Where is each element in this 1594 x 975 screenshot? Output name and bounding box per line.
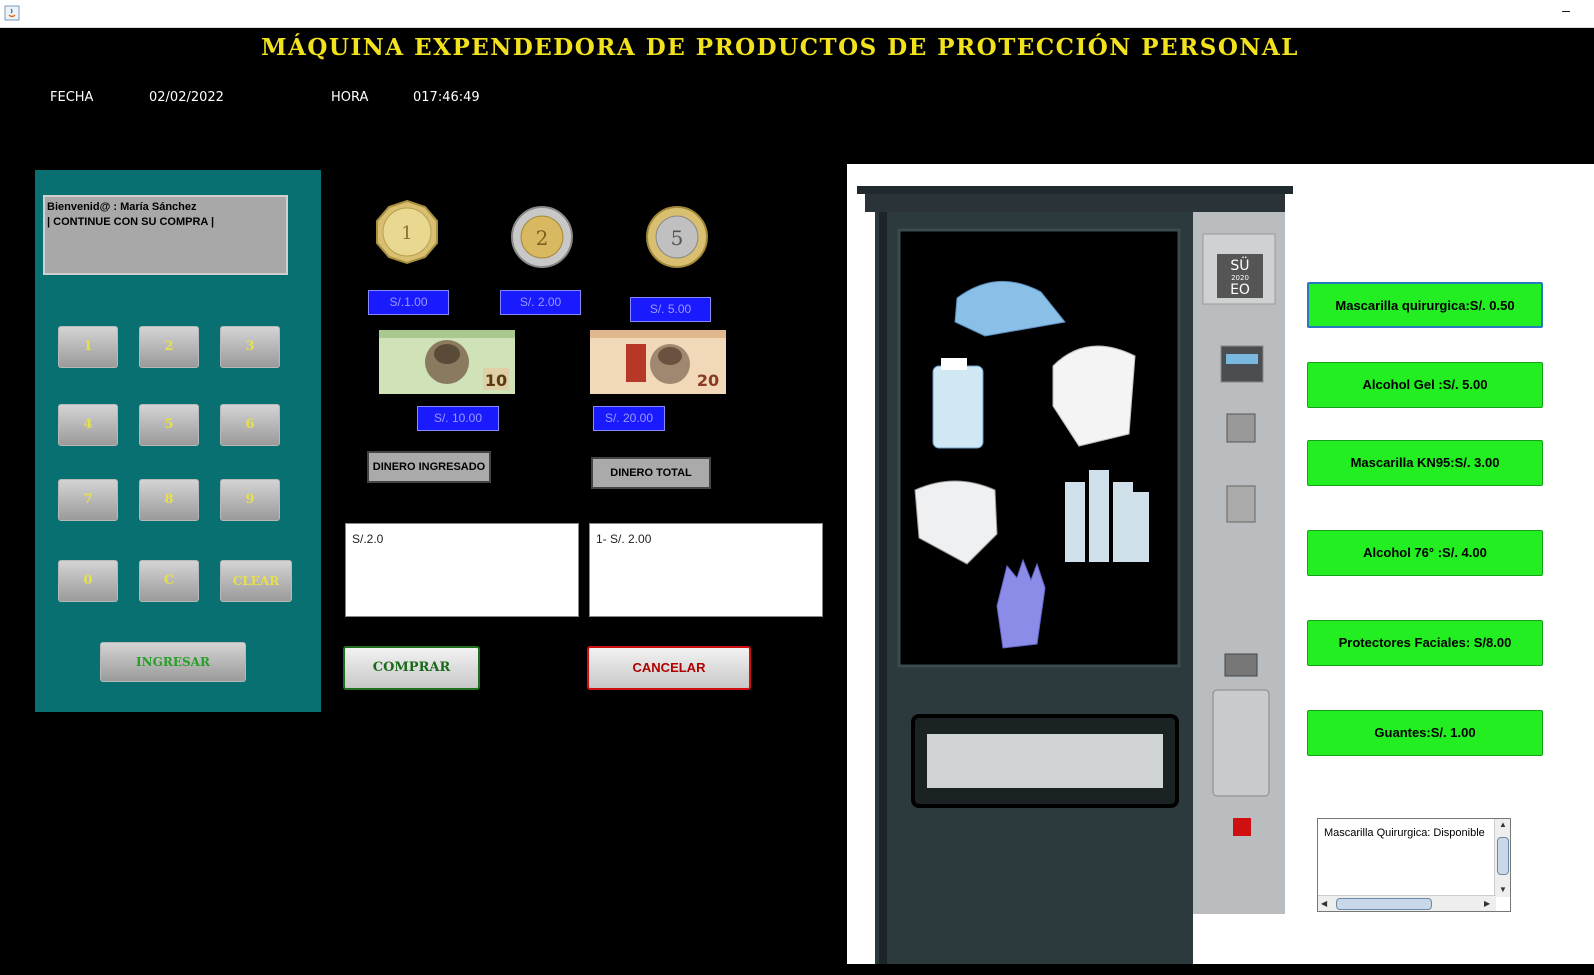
continue-message: | CONTINUE CON SU COMPRA | [47, 216, 215, 228]
dinero-ingresado-field[interactable]: S/.2.0 [345, 523, 579, 617]
brand-top-text: SÜ [1230, 256, 1249, 274]
key-8-button[interactable]: 8 [139, 479, 199, 521]
scroll-up-icon[interactable]: ▲ [1499, 820, 1507, 829]
key-2-button[interactable]: 2 [139, 326, 199, 368]
product-guantes-button[interactable]: Guantes:S/. 1.00 [1307, 710, 1543, 756]
minimize-button[interactable]: – [1556, 2, 1576, 22]
hora-value: 017:46:49 [413, 90, 480, 105]
product-mascarilla-quirurgica-button[interactable]: Mascarilla quirurgica:S/. 0.50 [1307, 282, 1543, 328]
product-panel: SÜ 2020 EO Mascarilla quirurgica:S/. 0.5… [847, 164, 1594, 964]
window-titlebar: – [0, 0, 1594, 28]
welcome-message: Bienvenid@ : María Sánchez [47, 201, 197, 213]
clear-button[interactable]: CLEAR [220, 560, 292, 602]
ingresar-button[interactable]: INGRESAR [100, 642, 246, 682]
brand-bottom-text: EO [1230, 282, 1250, 298]
key-0-button[interactable]: 0 [58, 560, 118, 602]
coin-1-sol-icon[interactable]: 1 [374, 199, 440, 265]
horizontal-scrollbar[interactable]: ◀ ▶ [1318, 895, 1496, 911]
product-protectores-faciales-button[interactable]: Protectores Faciales: S/8.00 [1307, 620, 1543, 666]
scroll-left-icon[interactable]: ◀ [1321, 899, 1327, 908]
key-7-button[interactable]: 7 [58, 479, 118, 521]
insert-5-soles-button[interactable]: S/. 5.00 [630, 297, 711, 322]
vertical-scroll-thumb[interactable] [1497, 837, 1509, 875]
product-mascarilla-kn95-button[interactable]: Mascarilla KN95:S/. 3.00 [1307, 440, 1543, 486]
key-5-button[interactable]: 5 [139, 404, 199, 446]
scroll-down-icon[interactable]: ▼ [1499, 885, 1507, 894]
comprar-button[interactable]: COMPRAR [343, 646, 480, 690]
insert-1-sol-button[interactable]: S/.1.00 [368, 290, 449, 315]
keypad-panel: Bienvenid@ : María Sánchez | CONTINUE CO… [35, 170, 321, 712]
bill-20-denomination: 20 [697, 371, 719, 390]
key-3-button[interactable]: 3 [220, 326, 280, 368]
key-6-button[interactable]: 6 [220, 404, 280, 446]
horizontal-scroll-thumb[interactable] [1336, 898, 1432, 910]
bill-20-soles-icon[interactable]: 20 [590, 330, 726, 394]
hora-label: HORA [331, 90, 369, 105]
insert-2-soles-button[interactable]: S/. 2.00 [500, 290, 581, 315]
bill-10-denomination: 10 [485, 371, 507, 390]
dinero-ingresado-label: DINERO INGRESADO [367, 451, 491, 483]
java-app-icon [4, 5, 20, 21]
svg-text:2: 2 [536, 226, 549, 250]
key-1-button[interactable]: 1 [58, 326, 118, 368]
message-display: Bienvenid@ : María Sánchez | CONTINUE CO… [43, 195, 288, 275]
page-title: MÁQUINA EXPENDEDORA DE PRODUCTOS DE PROT… [261, 34, 1299, 61]
fecha-value: 02/02/2022 [149, 90, 224, 105]
coin-5-soles-icon[interactable]: 5 [644, 204, 710, 270]
availability-text: Mascarilla Quirurgica: Disponible [1324, 827, 1485, 839]
dinero-total-label: DINERO TOTAL [591, 457, 711, 489]
key-4-button[interactable]: 4 [58, 404, 118, 446]
availability-textarea[interactable]: Mascarilla Quirurgica: Disponible ▲ ▼ ◀ … [1317, 818, 1511, 912]
brand-year-text: 2020 [1231, 274, 1249, 282]
svg-text:1: 1 [401, 223, 412, 244]
key-c-button[interactable]: C [139, 560, 199, 602]
scroll-right-icon[interactable]: ▶ [1484, 899, 1490, 908]
vending-machine-illustration: SÜ 2020 EO [857, 186, 1293, 964]
product-alcohol-gel-button[interactable]: Alcohol Gel :S/. 5.00 [1307, 362, 1543, 408]
fecha-label: FECHA [50, 90, 94, 105]
vending-machine-window: – MÁQUINA EXPENDEDORA DE PRODUCTOS DE PR… [0, 0, 1594, 975]
insert-20-soles-button[interactable]: S/. 20.00 [593, 406, 665, 431]
svg-text:5: 5 [671, 226, 684, 250]
key-9-button[interactable]: 9 [220, 479, 280, 521]
cancelar-button[interactable]: CANCELAR [587, 646, 751, 690]
coin-2-soles-icon[interactable]: 2 [509, 204, 575, 270]
vertical-scrollbar[interactable]: ▲ ▼ [1494, 819, 1510, 897]
dinero-total-field[interactable]: 1- S/. 2.00 [589, 523, 823, 617]
insert-10-soles-button[interactable]: S/. 10.00 [417, 406, 499, 431]
bill-10-soles-icon[interactable]: 10 [379, 330, 515, 394]
product-alcohol-76-button[interactable]: Alcohol 76° :S/. 4.00 [1307, 530, 1543, 576]
